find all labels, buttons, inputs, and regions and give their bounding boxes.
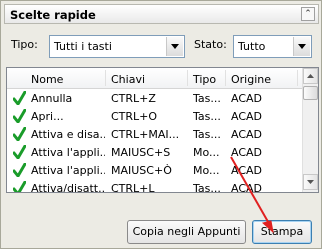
- print-button[interactable]: Stampa: [252, 220, 312, 244]
- cell-origine: ACAD: [231, 110, 263, 123]
- list-header: Nome Chiavi Tipo Origine: [7, 68, 303, 89]
- cell-tipo: Tas...: [193, 182, 221, 193]
- table-row[interactable]: Attiva l'appli... MAIUSC+Ò Mo... ACAD: [7, 162, 303, 180]
- cell-tipo: Tas...: [193, 128, 221, 141]
- scroll-down-button[interactable]: [303, 174, 318, 190]
- column-divider[interactable]: [225, 70, 226, 86]
- column-divider[interactable]: [105, 70, 106, 86]
- column-divider[interactable]: [297, 70, 298, 86]
- column-header-tipo[interactable]: Tipo: [193, 73, 216, 86]
- cell-chiavi: CTRL+L: [111, 182, 155, 193]
- panel-title: Scelte rapide: [10, 8, 96, 22]
- stato-dropdown[interactable]: Tutto: [233, 35, 312, 58]
- cell-nome: Attiva l'appli...: [31, 146, 105, 159]
- shortcuts-list[interactable]: Nome Chiavi Tipo Origine Annulla CTRL+Z …: [6, 67, 319, 193]
- arrow-up-icon: [307, 74, 314, 78]
- cell-chiavi: CTRL+MAI...: [111, 128, 180, 141]
- tipo-dropdown-arrow[interactable]: [166, 37, 183, 56]
- copy-to-clipboard-button[interactable]: Copia negli Appunti: [127, 220, 246, 244]
- column-header-origine[interactable]: Origine: [231, 73, 271, 86]
- cell-origine: ACAD: [231, 146, 263, 159]
- cell-nome: Apri...: [31, 110, 64, 123]
- tipo-dropdown-value: Tutti i tasti: [54, 40, 112, 53]
- green-check-icon: [13, 127, 26, 141]
- cell-chiavi: CTRL+Z: [111, 92, 156, 105]
- cell-chiavi: MAIUSC+S: [111, 146, 171, 159]
- vertical-scrollbar[interactable]: [302, 68, 318, 192]
- table-row[interactable]: Annulla CTRL+Z Tas... ACAD: [7, 90, 303, 108]
- scroll-up-button[interactable]: [303, 68, 318, 84]
- tipo-dropdown[interactable]: Tutti i tasti: [49, 35, 185, 58]
- cell-origine: ACAD: [231, 128, 263, 141]
- stato-dropdown-value: Tutto: [238, 40, 266, 53]
- stato-dropdown-arrow[interactable]: [293, 37, 310, 56]
- green-check-icon: [13, 91, 26, 105]
- scrollbar-thumb[interactable]: [303, 86, 318, 100]
- table-row[interactable]: Attiva l'appli... MAIUSC+S Mo... ACAD: [7, 144, 303, 162]
- cell-tipo: Mo...: [193, 146, 220, 159]
- shortcuts-panel: Scelte rapide ⌃ Tipo: Tutti i tasti Stat…: [0, 0, 322, 249]
- table-row[interactable]: Attiva e disa... CTRL+MAI... Tas... ACAD: [7, 126, 303, 144]
- cell-nome: Attiva e disa...: [31, 128, 105, 141]
- cell-origine: ACAD: [231, 182, 263, 193]
- chevron-down-icon: [298, 44, 306, 49]
- arrow-down-icon: [307, 180, 314, 184]
- green-check-icon: [13, 145, 26, 159]
- chevron-down-icon: [171, 44, 179, 49]
- cell-chiavi: CTRL+O: [111, 110, 158, 123]
- cell-origine: ACAD: [231, 164, 263, 177]
- table-row[interactable]: Attiva/disatt... CTRL+L Tas... ACAD: [7, 180, 303, 193]
- column-divider[interactable]: [187, 70, 188, 86]
- cell-tipo: Tas...: [193, 110, 221, 123]
- table-row[interactable]: Apri... CTRL+O Tas... ACAD: [7, 108, 303, 126]
- cell-nome: Attiva/disatt...: [31, 182, 105, 193]
- green-check-icon: [13, 109, 26, 123]
- cell-origine: ACAD: [231, 92, 263, 105]
- panel-header: Scelte rapide ⌃: [4, 4, 319, 24]
- cell-nome: Attiva l'appli...: [31, 164, 105, 177]
- tipo-label: Tipo:: [11, 38, 38, 51]
- cell-nome: Annulla: [31, 92, 73, 105]
- green-check-icon: [13, 181, 26, 192]
- chevron-up-icon: ⌃: [304, 9, 312, 19]
- stato-label: Stato:: [194, 38, 227, 51]
- column-header-nome[interactable]: Nome: [31, 73, 63, 86]
- cell-chiavi: MAIUSC+Ò: [111, 164, 172, 177]
- green-check-icon: [13, 163, 26, 177]
- cell-tipo: Tas...: [193, 92, 221, 105]
- collapse-button[interactable]: ⌃: [301, 7, 315, 21]
- cell-tipo: Mo...: [193, 164, 220, 177]
- column-header-chiavi[interactable]: Chiavi: [111, 73, 145, 86]
